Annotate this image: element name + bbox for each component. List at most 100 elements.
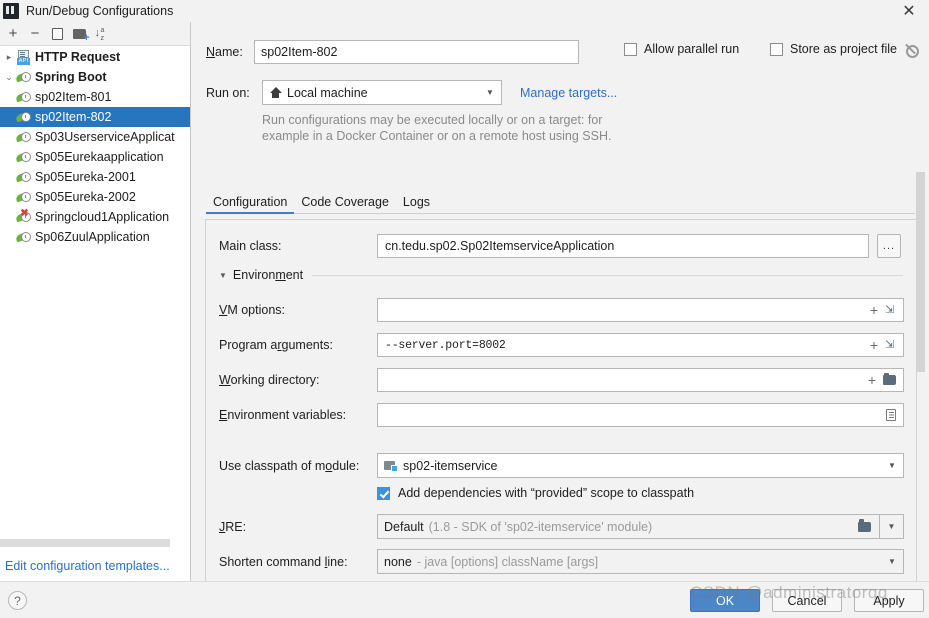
chevron-down-icon[interactable]: ⌄ — [2, 72, 16, 83]
apply-button[interactable]: Apply — [854, 589, 924, 612]
jre-dropdown-arrow[interactable]: ▼ — [880, 514, 904, 539]
run-on-hint-line-1: Run configurations may be executed local… — [262, 113, 603, 127]
name-row: Name: sp02Item-802 — [206, 40, 579, 64]
spring-boot-config-error-icon: ✖ — [15, 209, 32, 225]
sidebar-horizontal-scrollbar[interactable] — [0, 539, 170, 547]
use-classpath-row: Use classpath of module: sp02-itemservic… — [219, 453, 904, 478]
run-on-dropdown[interactable]: Local machine ▼ — [262, 80, 502, 105]
vm-options-input[interactable]: + ⇲ — [377, 298, 904, 322]
tree-item-label: Sp05Eureka-2002 — [35, 190, 136, 204]
folder-icon[interactable] — [883, 372, 896, 385]
tree-item-sp06zuulapplication[interactable]: Sp06ZuulApplication — [0, 227, 190, 247]
use-classpath-value: sp02-itemservice — [403, 458, 498, 473]
add-provided-scope-checkbox[interactable] — [377, 486, 390, 500]
environment-variables-label: Environment variables: — [219, 408, 347, 422]
configuration-editor-panel: Name: sp02Item-802 Allow parallel run St… — [192, 22, 929, 584]
sort-configurations-button[interactable]: ↓ a z — [90, 23, 112, 45]
use-classpath-dropdown[interactable]: sp02-itemservice ▼ — [377, 453, 904, 478]
configuration-tab-panel: Main class: cn.tedu.sp02.Sp02Itemservice… — [205, 219, 917, 584]
run-debug-configurations-dialog: Run/Debug Configurations ✕ + − ↓az — [0, 0, 929, 618]
tree-item-spring-boot[interactable]: ⌄ Spring Boot — [0, 67, 190, 87]
tree-item-sp05eureka-2001[interactable]: Sp05Eureka-2001 — [0, 167, 190, 187]
spring-boot-config-icon — [15, 129, 32, 145]
use-classpath-label: Use classpath of module: — [219, 458, 360, 473]
tab-logs[interactable]: Logs — [396, 195, 437, 213]
environment-section-header[interactable]: ▼ Environment — [219, 268, 903, 282]
plus-icon[interactable]: + — [870, 338, 878, 352]
remove-configuration-button[interactable]: − — [24, 23, 46, 45]
ok-button[interactable]: OK — [690, 589, 760, 612]
http-request-icon: API — [16, 49, 32, 65]
tab-configuration[interactable]: Configuration — [206, 195, 295, 214]
add-provided-scope-row[interactable]: Add dependencies with “provided” scope t… — [377, 486, 694, 500]
environment-variables-input[interactable] — [377, 403, 904, 427]
sort-az-icon: ↓ a z — [94, 27, 105, 43]
program-arguments-value: --server.port=8002 — [385, 338, 506, 352]
spring-boot-icon — [15, 69, 32, 85]
editor-tabs: Configuration Code Coverage Logs — [206, 190, 915, 214]
title-bar: Run/Debug Configurations ✕ — [0, 0, 929, 22]
window-title: Run/Debug Configurations — [26, 4, 174, 18]
edit-configuration-templates-link[interactable]: Edit configuration templates... — [5, 559, 170, 573]
allow-parallel-run-row[interactable]: Allow parallel run — [624, 42, 739, 56]
tree-item-sp05eurekaapplication[interactable]: Sp05Eurekaapplication — [0, 147, 190, 167]
manage-targets-link[interactable]: Manage targets... — [520, 86, 617, 100]
gear-icon[interactable] — [904, 43, 919, 58]
plus-icon[interactable]: + — [870, 303, 878, 317]
tree-item-label: sp02Item-802 — [35, 110, 112, 124]
tab-code-coverage[interactable]: Code Coverage — [294, 195, 396, 213]
tree-item-http-request[interactable]: ▸ API HTTP Request — [0, 47, 190, 67]
tree-item-sp05eureka-2002[interactable]: Sp05Eureka-2002 — [0, 187, 190, 207]
add-configuration-button[interactable]: + — [2, 23, 24, 45]
store-as-project-file-label: Store as project file — [790, 42, 897, 56]
expand-editor-icon[interactable]: ⇲ — [885, 339, 896, 351]
cancel-button[interactable]: Cancel — [772, 589, 842, 612]
working-directory-input[interactable]: + — [377, 368, 904, 392]
panel-vertical-scrollbar[interactable] — [916, 172, 925, 372]
configurations-sidebar: + − ↓az ▸ API HTTP R — [0, 22, 191, 581]
tree-item-springcloud1application[interactable]: ✖ Springcloud1Application — [0, 207, 190, 227]
shorten-command-line-row: Shorten command line: none - java [optio… — [219, 549, 904, 574]
main-class-input[interactable]: cn.tedu.sp02.Sp02ItemserviceApplication — [377, 234, 869, 258]
tree-item-sp03userserviceapplication[interactable]: Sp03UserserviceApplicat — [0, 127, 190, 147]
program-arguments-label: Program arguments: — [219, 338, 333, 352]
tree-item-sp02item-801[interactable]: sp02Item-801 — [0, 87, 190, 107]
program-arguments-input[interactable]: --server.port=8002 + ⇲ — [377, 333, 904, 357]
chevron-down-icon: ▼ — [888, 461, 896, 470]
plus-icon[interactable]: + — [868, 373, 876, 387]
close-icon[interactable]: ✕ — [889, 0, 929, 22]
expand-editor-icon[interactable]: ⇲ — [885, 304, 896, 316]
jre-dropdown[interactable]: Default (1.8 - SDK of 'sp02-itemservice'… — [377, 514, 880, 539]
copy-configuration-button[interactable] — [46, 23, 68, 45]
help-button[interactable]: ? — [8, 591, 27, 610]
chevron-down-icon: ▼ — [486, 88, 494, 97]
allow-parallel-run-checkbox[interactable] — [624, 42, 637, 56]
edit-variables-icon[interactable] — [886, 409, 896, 421]
tree-item-label: Sp06ZuulApplication — [35, 230, 150, 244]
chevron-down-icon: ▼ — [888, 557, 896, 566]
name-input[interactable]: sp02Item-802 — [254, 40, 579, 64]
vm-options-label: VM options: — [219, 303, 286, 317]
plus-icon: + — [8, 25, 18, 42]
spring-boot-config-icon — [15, 189, 32, 205]
tree-item-label: Sp03UserserviceApplicat — [35, 130, 175, 144]
tree-item-sp02item-802[interactable]: sp02Item-802 — [0, 107, 190, 127]
store-as-project-file-checkbox[interactable] — [770, 42, 783, 56]
configurations-tree: ▸ API HTTP Request ⌄ Spring Boot sp02Ite… — [0, 47, 190, 581]
add-folder-button[interactable] — [68, 23, 90, 45]
environment-section-label: Environment — [232, 268, 304, 282]
jre-label: JRE: — [219, 519, 247, 534]
spring-boot-config-icon — [15, 149, 32, 165]
shorten-command-line-value: none — [384, 554, 412, 569]
add-provided-scope-label: Add dependencies with “provided” scope t… — [398, 486, 695, 500]
main-class-row: Main class: cn.tedu.sp02.Sp02Itemservice… — [219, 234, 904, 258]
chevron-right-icon[interactable]: ▸ — [2, 52, 16, 63]
working-directory-row: Working directory: + — [219, 368, 904, 392]
copy-icon — [49, 25, 63, 40]
main-class-browse-button[interactable]: ... — [877, 234, 901, 258]
minus-icon: − — [30, 25, 40, 42]
folder-icon[interactable] — [858, 519, 871, 532]
store-as-project-file-row[interactable]: Store as project file — [770, 42, 919, 58]
chevron-down-icon[interactable]: ▼ — [219, 271, 227, 280]
shorten-command-line-dropdown[interactable]: none - java [options] className [args] ▼ — [377, 549, 904, 574]
